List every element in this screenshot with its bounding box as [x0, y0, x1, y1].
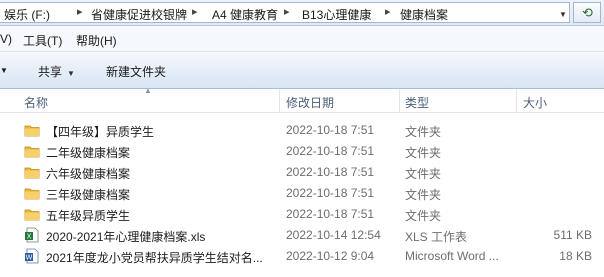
word-file-icon: W: [24, 248, 40, 264]
file-name: 三年级健康档案: [46, 188, 131, 202]
folder-icon: [24, 164, 40, 180]
svg-text:W: W: [26, 254, 33, 262]
file-modified: 2022-10-18 7:51: [286, 144, 375, 158]
breadcrumb-drive[interactable]: 娱乐 (F:): [4, 6, 50, 23]
file-row[interactable]: 【四年级】异质学生 2022-10-18 7:51 文件夹: [0, 120, 604, 141]
refresh-icon: ⟲: [582, 5, 593, 20]
share-button[interactable]: 共享 ▼: [38, 63, 75, 80]
command-toolbar: ▼ 共享 ▼ 新建文件夹: [0, 52, 604, 89]
folder-icon: [24, 122, 40, 138]
column-modified[interactable]: 修改日期: [286, 94, 334, 111]
breadcrumb[interactable]: 娱乐 (F:) ▸ 省健康促进校银牌 ▸ A4 健康教育 ▸ B13心理健康 ▸…: [0, 2, 570, 23]
file-type: 文件夹: [405, 125, 442, 139]
menu-help[interactable]: 帮助(H): [76, 32, 117, 49]
file-modified: 2022-10-18 7:51: [286, 186, 375, 200]
breadcrumb-folder[interactable]: A4 健康教育: [212, 6, 278, 23]
breadcrumb-separator-icon[interactable]: ▸: [284, 5, 290, 18]
file-type: 文件夹: [405, 167, 442, 181]
breadcrumb-folder[interactable]: B13心理健康: [302, 6, 371, 23]
file-name: 【四年级】异质学生: [46, 125, 155, 139]
folder-icon: [24, 206, 40, 222]
file-name: 二年级健康档案: [46, 146, 131, 160]
column-type[interactable]: 类型: [405, 94, 429, 111]
svg-text:X: X: [27, 233, 32, 241]
file-row[interactable]: 二年级健康档案 2022-10-18 7:51 文件夹: [0, 141, 604, 162]
breadcrumb-separator-icon[interactable]: ▸: [77, 5, 83, 18]
menu-view[interactable]: V): [0, 32, 12, 46]
share-label: 共享: [38, 65, 63, 79]
breadcrumb-folder[interactable]: 省健康促进校银牌: [91, 6, 187, 23]
file-size: 18 KB: [559, 249, 592, 263]
breadcrumb-separator-icon[interactable]: ▸: [385, 5, 391, 18]
file-type: XLS 工作表: [405, 230, 468, 244]
file-type: 文件夹: [405, 146, 442, 160]
file-type: 文件夹: [405, 188, 442, 202]
file-size: 511 KB: [553, 228, 592, 242]
breadcrumb-current[interactable]: 健康档案: [400, 6, 448, 23]
file-row[interactable]: X 2020-2021年心理健康档案.xls 2022-10-14 12:54 XLS…: [0, 225, 604, 246]
menu-tools[interactable]: 工具(T): [23, 32, 62, 49]
excel-file-icon: X: [24, 227, 40, 243]
column-divider[interactable]: [516, 89, 517, 112]
file-row[interactable]: 六年级健康档案 2022-10-18 7:51 文件夹: [0, 162, 604, 183]
file-modified: 2022-10-14 12:54: [286, 228, 381, 242]
file-name: 六年级健康档案: [46, 167, 131, 181]
column-size[interactable]: 大小: [523, 94, 547, 111]
file-row[interactable]: 五年级异质学生 2022-10-18 7:51 文件夹: [0, 204, 604, 225]
file-modified: 2022-10-12 9:04: [286, 249, 375, 263]
folder-icon: [24, 185, 40, 201]
file-modified: 2022-10-18 7:51: [286, 207, 375, 221]
file-type: 文件夹: [405, 209, 442, 223]
new-folder-button[interactable]: 新建文件夹: [106, 63, 166, 80]
file-row[interactable]: 三年级健康档案 2022-10-18 7:51 文件夹: [0, 183, 604, 204]
address-dropdown-icon[interactable]: ▼: [559, 10, 567, 19]
column-header: ▲ 名称 修改日期 类型 大小: [0, 86, 604, 113]
menu-bar: V) 工具(T) 帮助(H): [0, 26, 604, 52]
column-divider[interactable]: [279, 89, 280, 112]
file-row[interactable]: W 2021年度龙小党员帮扶异质学生结对名... 2022-10-12 9:04 Mi…: [0, 246, 604, 267]
file-name: 2021年度龙小党员帮扶异质学生结对名...: [46, 251, 263, 265]
file-name: 五年级异质学生: [46, 209, 131, 223]
organize-dropdown-icon[interactable]: ▼: [0, 66, 8, 75]
breadcrumb-separator-icon[interactable]: ▸: [192, 5, 198, 18]
chevron-down-icon: ▼: [67, 69, 75, 78]
refresh-button[interactable]: ⟲: [573, 2, 601, 23]
file-modified: 2022-10-18 7:51: [286, 123, 375, 137]
file-type: Microsoft Word ...: [405, 249, 499, 263]
sort-ascending-icon: ▲: [144, 86, 152, 95]
address-bar: 娱乐 (F:) ▸ 省健康促进校银牌 ▸ A4 健康教育 ▸ B13心理健康 ▸…: [0, 0, 604, 26]
file-modified: 2022-10-18 7:51: [286, 165, 375, 179]
column-divider[interactable]: [399, 89, 400, 112]
column-name[interactable]: 名称: [24, 94, 48, 111]
file-name: 2020-2021年心理健康档案.xls: [46, 230, 206, 244]
folder-icon: [24, 143, 40, 159]
